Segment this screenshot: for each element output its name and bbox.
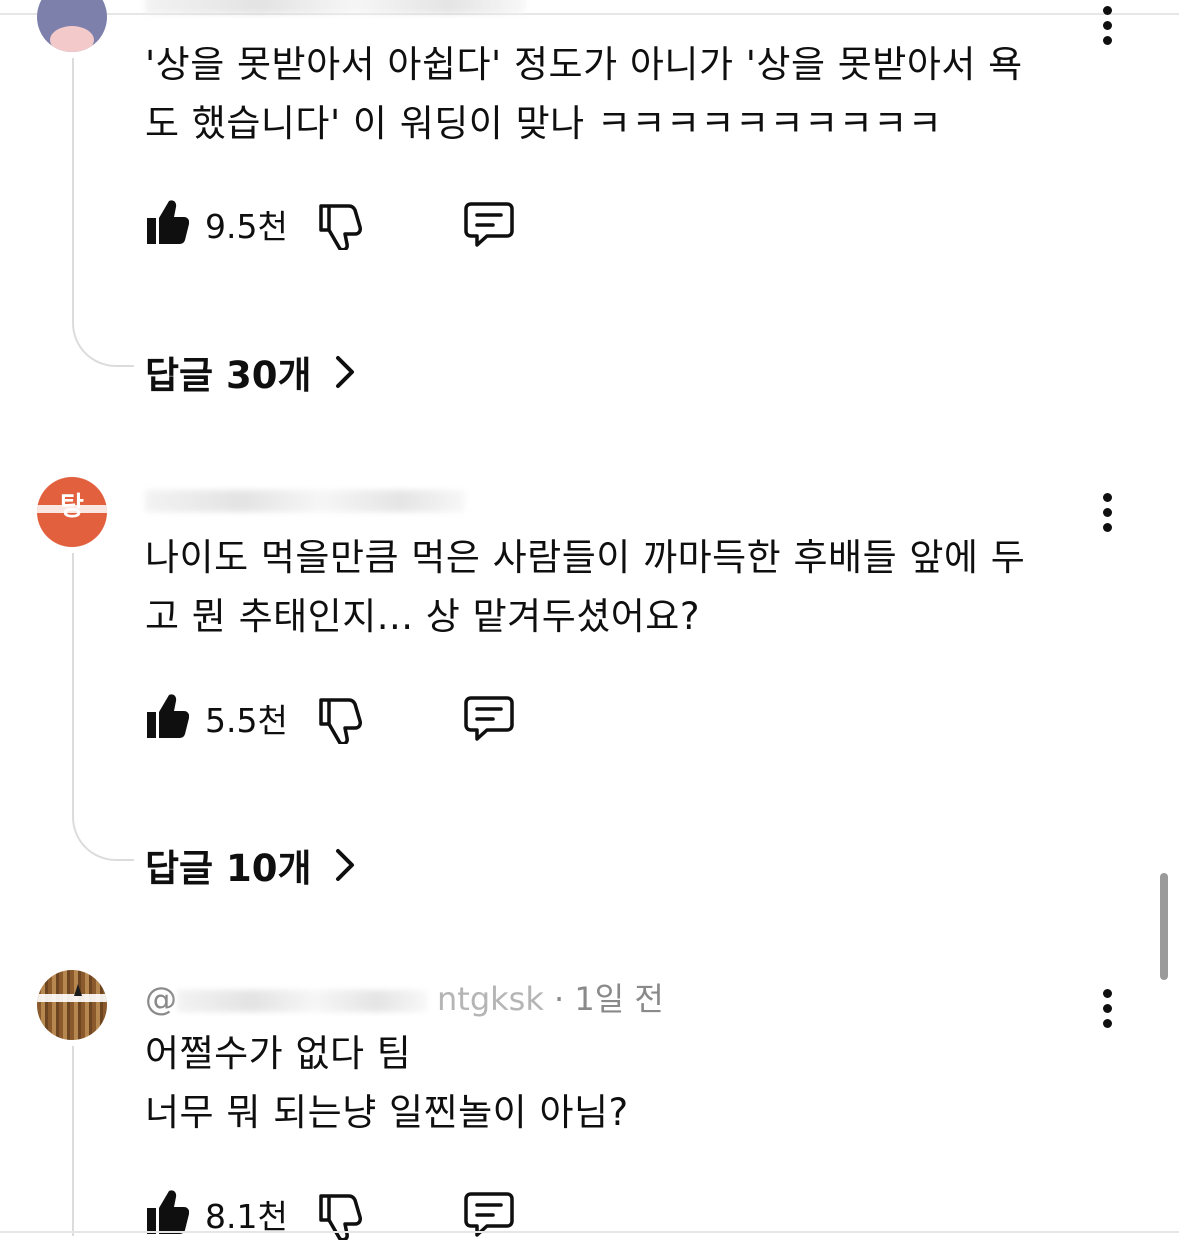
thumbs-down-icon[interactable] xyxy=(317,202,363,250)
comment-meta: @ ntgksk · 1일 전 xyxy=(145,974,664,1020)
chevron-right-icon xyxy=(335,849,354,881)
comment-bubble-icon[interactable] xyxy=(463,200,515,248)
thumbs-down-icon[interactable] xyxy=(317,696,363,744)
like-count: 9.5천 xyxy=(205,207,288,246)
comment-text: '상을 못받아서 아쉽다' 정도가 아니가 '상을 못받아서 욕 도 했습니다'… xyxy=(145,43,1023,145)
view-replies-button[interactable]: 답글 10개 xyxy=(145,838,356,892)
more-vertical-icon[interactable] xyxy=(1098,493,1116,541)
meta-separator: · xyxy=(554,980,565,1018)
thumbs-up-icon[interactable] xyxy=(145,692,189,740)
like-count: 5.5천 xyxy=(205,701,288,740)
comment-text: 나이도 먹을만큼 먹은 사람들이 까마득한 후배들 앞에 두 고 뭔 추태인지.… xyxy=(145,536,1026,638)
view-replies-button[interactable]: 답글 30개 xyxy=(145,345,356,399)
bottom-divider xyxy=(0,1231,1179,1233)
thread-line xyxy=(72,58,134,367)
redacted-username xyxy=(177,990,427,1012)
redacted-username xyxy=(145,490,465,512)
chevron-right-icon xyxy=(335,356,354,388)
avatar-initial: 탕 xyxy=(60,492,84,522)
avatar[interactable] xyxy=(37,0,107,52)
avatar[interactable]: 탕 xyxy=(37,477,107,547)
comment-meta xyxy=(145,480,475,518)
comment-bubble-icon[interactable] xyxy=(463,694,515,742)
replies-label: 답글 10개 xyxy=(145,847,312,890)
comment-meta xyxy=(145,0,535,20)
scrollbar-thumb[interactable] xyxy=(1160,873,1168,980)
author-handle-prefix[interactable]: @ xyxy=(145,980,177,1018)
thumbs-up-icon[interactable] xyxy=(145,198,189,246)
replies-label: 답글 30개 xyxy=(145,354,312,397)
thumbs-up-icon[interactable] xyxy=(145,1188,189,1236)
comment-text: 어쩔수가 없다 팀 너무 뭐 되는냥 일찐놀이 아님? xyxy=(145,1032,629,1134)
comment-time: 1일 전 xyxy=(574,980,664,1018)
redacted-username xyxy=(145,0,525,14)
author-handle-tail[interactable]: ntgksk xyxy=(437,980,544,1018)
avatar[interactable] xyxy=(37,970,107,1040)
more-vertical-icon[interactable] xyxy=(1098,6,1116,54)
thread-line xyxy=(72,1046,134,1236)
thread-line xyxy=(72,553,134,861)
more-vertical-icon[interactable] xyxy=(1098,989,1116,1037)
